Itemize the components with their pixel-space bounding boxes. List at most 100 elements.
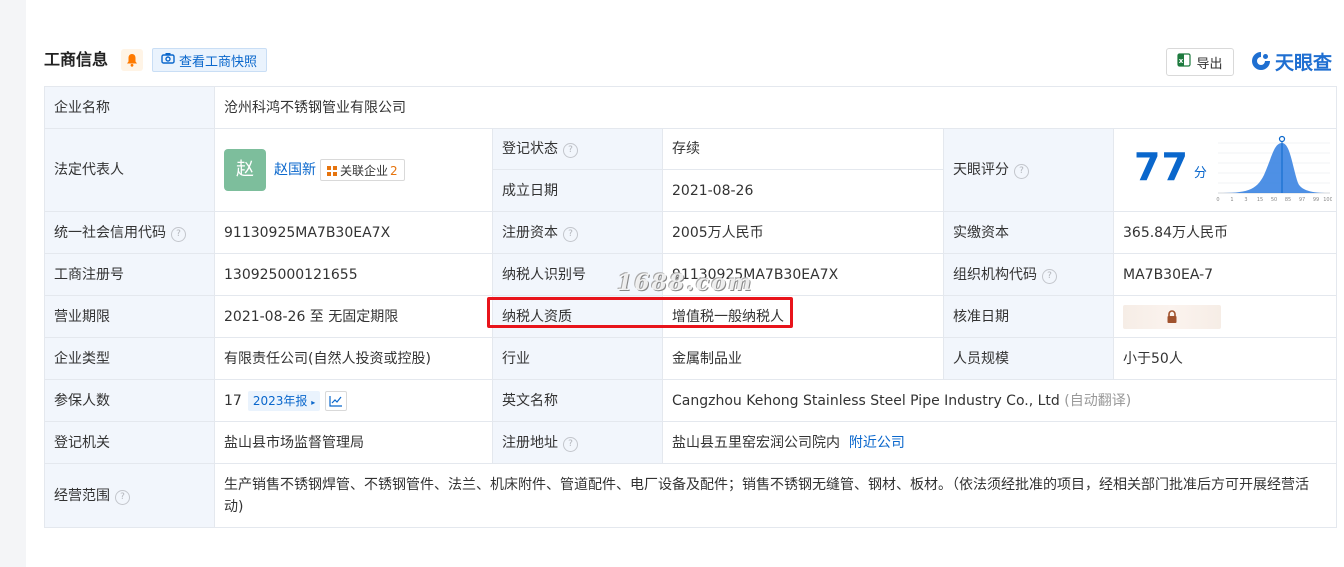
axis-tick: 3 — [1244, 197, 1247, 203]
english-name-label: 英文名称 — [492, 379, 663, 422]
paid-capital-value: 365.84万人民币 — [1112, 211, 1338, 254]
logo-mark-icon — [1252, 52, 1270, 70]
related-count: 2 — [390, 164, 398, 178]
axis-tick: 97 — [1299, 197, 1305, 203]
reg-status-label-text: 登记状态 — [502, 141, 558, 157]
reg-status-label: 登记状态? — [492, 128, 663, 170]
biz-scope-value: 生产销售不锈钢焊管、不锈钢管件、法兰、机床附件、管道配件、电厂设备及配件；销售不… — [213, 463, 1338, 528]
auto-translate-note: (自动翻译) — [1064, 392, 1132, 409]
axis-tick: 1 — [1230, 197, 1233, 203]
tianyan-score-label: 天眼评分? — [943, 128, 1114, 212]
approval-date-value — [1112, 295, 1338, 338]
annual-report-label: 2023年报 — [252, 393, 308, 408]
biz-reg-no-value: 130925000121655 — [214, 253, 493, 296]
table-row: 营业期限 2021-08-26 至 无固定期限 纳税人资质 增值税一般纳税人 核… — [44, 295, 1338, 338]
paid-capital-label: 实缴资本 — [943, 211, 1114, 254]
help-icon[interactable]: ? — [563, 143, 578, 158]
taxpayer-qual-value: 增值税一般纳税人 — [662, 295, 944, 338]
org-code-label: 组织机构代码? — [943, 253, 1114, 296]
insured-label: 参保人数 — [44, 379, 215, 422]
avatar[interactable]: 赵 — [224, 149, 266, 191]
related-companies-badge[interactable]: 关联企业 2 — [320, 159, 405, 181]
nearby-companies-link[interactable]: 附近公司 — [849, 435, 905, 451]
section-title: 工商信息 — [44, 50, 109, 69]
biz-scope-label-text: 经营范围 — [54, 487, 110, 504]
trend-chart-button[interactable] — [325, 390, 348, 411]
related-label: 关联企业 — [340, 164, 389, 178]
bell-icon[interactable] — [121, 49, 143, 71]
company-type-value: 有限责任公司(自然人投资或控股) — [214, 337, 493, 380]
table-row: 企业类型 有限责任公司(自然人投资或控股) 行业 金属制品业 人员规模 小于50… — [44, 337, 1338, 380]
caret-right-icon: ▸ — [311, 397, 316, 407]
line-chart-icon — [329, 395, 343, 407]
help-icon[interactable]: ? — [563, 226, 578, 242]
export-button[interactable]: x 导出 — [1166, 48, 1234, 76]
credit-code-label-text: 统一社会信用代码 — [54, 224, 166, 241]
english-name-value: Cangzhou Kehong Stainless Steel Pipe Ind… — [672, 392, 1060, 409]
snapshot-label: 查看工商快照 — [179, 54, 258, 70]
help-icon[interactable]: ? — [1014, 164, 1029, 179]
est-date-label: 成立日期 — [492, 169, 663, 212]
logo-text: 天眼查 — [1275, 51, 1333, 74]
reg-authority-value: 盐山县市场监督管理局 — [214, 421, 493, 464]
tianyancha-logo: 天眼查 — [1250, 48, 1332, 74]
legal-rep-label: 法定代表人 — [44, 128, 215, 212]
axis-tick: 100 — [1323, 197, 1332, 203]
view-snapshot-button[interactable]: 查看工商快照 — [152, 48, 268, 72]
axis-tick: 15 — [1257, 197, 1263, 203]
table-row: 工商注册号 130925000121655 纳税人识别号 91130925MA7… — [44, 253, 1338, 296]
table-row: 参保人数 17 2023年报 ▸ 英文名称 Cangzhou Kehong Sta… — [44, 379, 1338, 422]
biz-term-value: 2021-08-26 至 无固定期限 — [214, 295, 493, 338]
axis-tick: 50 — [1271, 197, 1277, 203]
business-info-table: 企业名称 沧州科鸿不锈钢管业有限公司 法定代表人 赵赵国新 关联企业 2 登记状态?… — [44, 86, 1338, 528]
reg-status-value: 存续 — [662, 128, 944, 170]
export-label: 导出 — [1196, 56, 1223, 72]
table-row: 统一社会信用代码? 91130925MA7B30EA7X 注册资本? 2005万… — [44, 211, 1338, 254]
lock-icon — [1167, 309, 1177, 323]
reg-address-label-text: 注册地址 — [502, 434, 558, 451]
reg-authority-label: 登记机关 — [44, 421, 215, 464]
reg-capital-label: 注册资本? — [492, 211, 663, 254]
staff-size-label: 人员规模 — [943, 337, 1114, 380]
reg-capital-label-text: 注册资本 — [502, 224, 558, 241]
biz-reg-no-label: 工商注册号 — [44, 253, 215, 296]
score-value: 77 — [1134, 144, 1189, 189]
annual-report-badge[interactable]: 2023年报 ▸ — [247, 390, 321, 411]
help-icon[interactable]: ? — [563, 436, 578, 452]
tianyan-score-label-text: 天眼评分 — [953, 162, 1009, 178]
taxpayer-id-label: 纳税人识别号 — [492, 253, 663, 296]
company-name-label: 企业名称 — [44, 86, 215, 129]
reg-address-cell: 盐山县五里窑宏润公司院内 附近公司 — [661, 421, 1338, 464]
help-icon[interactable]: ? — [1042, 268, 1057, 284]
legal-rep-name-link[interactable]: 赵国新 — [274, 162, 316, 178]
org-code-label-text: 组织机构代码 — [953, 266, 1037, 283]
locked-value[interactable] — [1123, 304, 1221, 329]
reg-address-value: 盐山县五里窑宏润公司院内 — [672, 434, 840, 451]
biz-term-label: 营业期限 — [44, 295, 215, 338]
reg-address-label: 注册地址? — [492, 421, 663, 464]
tianyan-score-cell[interactable]: 77 分 0 1 3 15 50 85 97 99 100 — [1112, 128, 1338, 212]
approval-date-label: 核准日期 — [943, 295, 1114, 338]
est-date-value: 2021-08-26 — [662, 169, 944, 212]
credit-code-value: 91130925MA7B30EA7X — [214, 211, 493, 254]
biz-scope-label: 经营范围? — [44, 463, 215, 528]
legal-rep-cell: 赵赵国新 关联企业 2 — [214, 128, 493, 212]
help-icon[interactable]: ? — [115, 489, 130, 505]
org-code-value: MA7B30EA-7 — [1112, 253, 1338, 296]
axis-tick: 0 — [1216, 197, 1219, 203]
staff-size-value: 小于50人 — [1112, 337, 1338, 380]
excel-icon: x — [1177, 53, 1192, 71]
insured-value: 17 — [224, 392, 242, 409]
reg-capital-value: 2005万人民币 — [662, 211, 944, 254]
network-icon — [327, 166, 337, 176]
company-type-label: 企业类型 — [44, 337, 215, 380]
taxpayer-id-value: 91130925MA7B30EA7X — [662, 253, 944, 296]
score-distribution-chart: 0 1 3 15 50 85 97 99 100 — [1216, 135, 1332, 203]
company-name-value: 沧州科鸿不锈钢管业有限公司 — [213, 86, 1338, 129]
help-icon[interactable]: ? — [171, 226, 186, 242]
insured-cell: 17 2023年报 ▸ — [214, 379, 493, 422]
camera-icon — [161, 52, 175, 68]
taxpayer-qual-label: 纳税人资质 — [492, 295, 663, 338]
industry-label: 行业 — [492, 337, 663, 380]
table-row: 登记机关 盐山县市场监督管理局 注册地址? 盐山县五里窑宏润公司院内 附近公司 — [44, 421, 1338, 464]
